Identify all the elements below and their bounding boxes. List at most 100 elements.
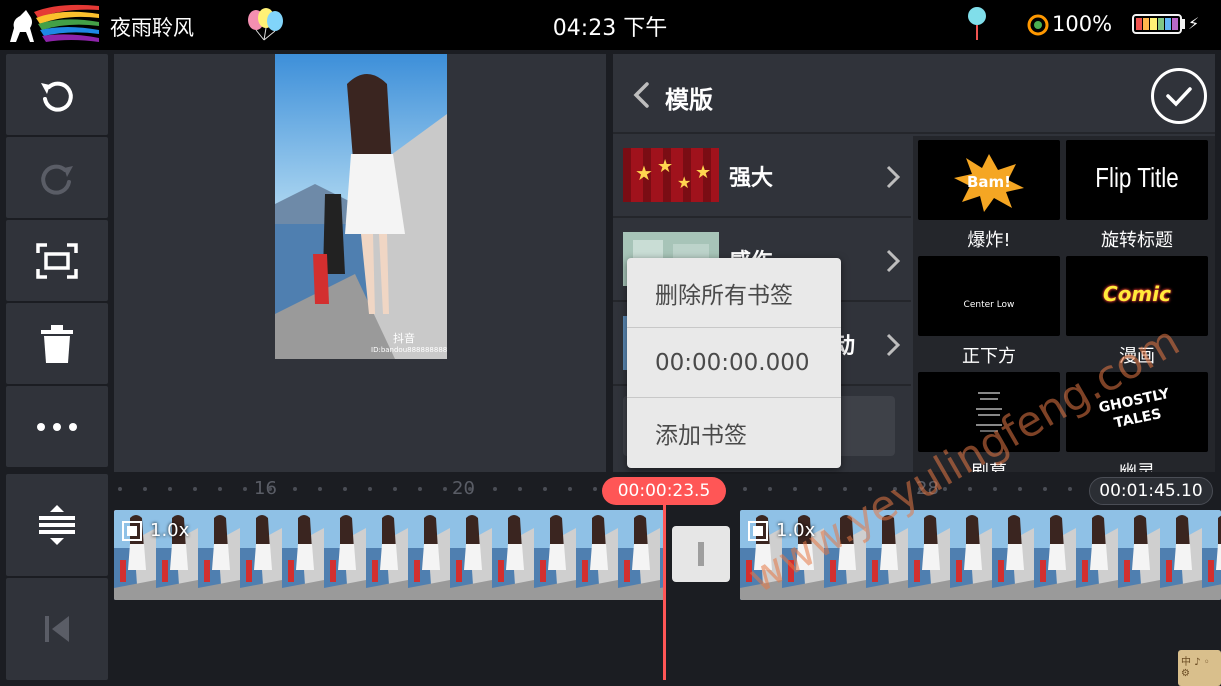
video-frame-image [275, 54, 447, 359]
timeline-toolbar [6, 474, 108, 680]
ruler-tick [393, 487, 397, 491]
undo-button[interactable] [6, 54, 108, 135]
checkmark-icon [1166, 87, 1192, 107]
ruler-tick [368, 487, 372, 491]
svg-text:★: ★ [677, 173, 691, 192]
horse-logo-icon [10, 4, 99, 42]
video-clip[interactable]: 1.0x [114, 510, 664, 600]
svg-text:★: ★ [635, 161, 653, 185]
ruler-tick [843, 487, 847, 491]
expand-vertical-icon [39, 505, 75, 545]
clip-frame [1076, 510, 1118, 600]
ruler-tick [293, 487, 297, 491]
ruler-tick [818, 487, 822, 491]
timeline[interactable]: 16 20 28 1.0x 1.0x 00:00:23.5 00:01:45.1… [114, 474, 1221, 680]
ruler-tick [168, 487, 172, 491]
category-label: 强大 [729, 166, 774, 191]
film-icon [122, 520, 142, 541]
clip-frame [366, 510, 408, 600]
category-thumb: ★ ★ ★ ★ [623, 148, 719, 202]
chevron-right-icon [886, 249, 901, 273]
ruler-tick [318, 487, 322, 491]
sun-icon [1027, 14, 1049, 36]
template-label: 爆炸! [967, 230, 1011, 251]
more-button[interactable] [6, 386, 108, 467]
skip-to-start-button[interactable] [6, 578, 108, 680]
balloons-icon [248, 8, 283, 41]
clip-frame [908, 510, 950, 600]
status-bar: 夜雨聆风 04:23 下午 100% ⚡ [0, 0, 1221, 50]
ruler-tick [768, 487, 772, 491]
template-item[interactable]: Bam! 爆炸! [918, 140, 1060, 252]
fullscreen-button[interactable] [6, 220, 108, 301]
bookmark-time-item[interactable]: 00:00:00.000 [627, 328, 841, 398]
category-item[interactable]: ★ ★ ★ ★ 强大 [613, 136, 911, 218]
confirm-button[interactable] [1151, 68, 1207, 124]
skip-to-start-icon [45, 616, 69, 642]
transition-button[interactable] [672, 526, 730, 582]
add-bookmark-item[interactable]: 添加书签 [627, 398, 841, 468]
expand-timeline-button[interactable] [6, 474, 108, 576]
clip-frame [1202, 510, 1221, 600]
template-thumb: Bam! [918, 140, 1060, 220]
transition-icon [698, 542, 704, 566]
redo-icon [41, 164, 73, 195]
clip-frame [492, 510, 534, 600]
panel-header: 模版 [613, 54, 1215, 134]
clock: 04:23 下午 [552, 16, 668, 41]
template-thumb-text: Flip Title [1095, 162, 1179, 193]
battery-tip [1182, 19, 1185, 29]
clip-frame [450, 510, 492, 600]
playhead-line[interactable] [663, 505, 666, 680]
ruler-tick [993, 487, 997, 491]
clip-badge: 1.0x [122, 520, 189, 541]
clip-frame [950, 510, 992, 600]
clip-frame [324, 510, 366, 600]
template-label: 旋转标题 [1101, 230, 1173, 251]
back-icon[interactable] [629, 80, 655, 110]
playhead-time[interactable]: 00:00:23.5 [602, 477, 726, 505]
redo-button[interactable] [6, 137, 108, 218]
ruler-tick [1043, 487, 1047, 491]
bam-thumb-image: Bam! [954, 154, 1024, 212]
template-item[interactable]: Center Low 正下方 [918, 256, 1060, 368]
clip-frame [282, 510, 324, 600]
ruler-tick [243, 487, 247, 491]
delete-button[interactable] [6, 303, 108, 384]
ruler-tick [1068, 487, 1072, 491]
fullscreen-icon [36, 242, 78, 279]
left-toolbar [6, 54, 108, 467]
film-icon [748, 520, 768, 541]
clip-frame [1118, 510, 1160, 600]
video-preview[interactable]: 抖音 ID:bandou8888888888 [114, 54, 606, 472]
template-thumb-text: Bam! [967, 173, 1011, 191]
ruler-tick [568, 487, 572, 491]
ruler-tick [793, 487, 797, 491]
ruler-label: 16 [254, 478, 277, 499]
delete-all-bookmarks-item[interactable]: 删除所有书签 [627, 258, 841, 328]
video-frame: 抖音 ID:bandou8888888888 [275, 54, 447, 359]
clip-frames [114, 510, 664, 600]
clip-frame [618, 510, 660, 600]
template-item[interactable]: Flip Title 旋转标题 [1066, 140, 1208, 252]
trash-icon [41, 324, 73, 363]
ime-indicator[interactable]: 中 ♪ ◦ ⚙ [1178, 650, 1221, 686]
chevron-right-icon [886, 333, 901, 357]
ruler-tick [218, 487, 222, 491]
ruler-tick [968, 487, 972, 491]
template-thumb: Center Low [918, 256, 1060, 336]
ruler-tick [593, 487, 597, 491]
svg-text:★: ★ [695, 162, 711, 183]
clip-speed: 1.0x [150, 520, 190, 541]
clip-frame [408, 510, 450, 600]
ruler-tick [543, 487, 547, 491]
clip-frame [198, 510, 240, 600]
more-icon [37, 422, 77, 431]
charging-icon: ⚡ [1188, 14, 1200, 33]
total-duration: 00:01:45.10 [1089, 477, 1213, 505]
location-pin-icon [968, 7, 986, 40]
ruler-tick [518, 487, 522, 491]
clip-frame [576, 510, 618, 600]
svg-text:★: ★ [657, 156, 673, 177]
template-label: 正下方 [962, 346, 1016, 367]
